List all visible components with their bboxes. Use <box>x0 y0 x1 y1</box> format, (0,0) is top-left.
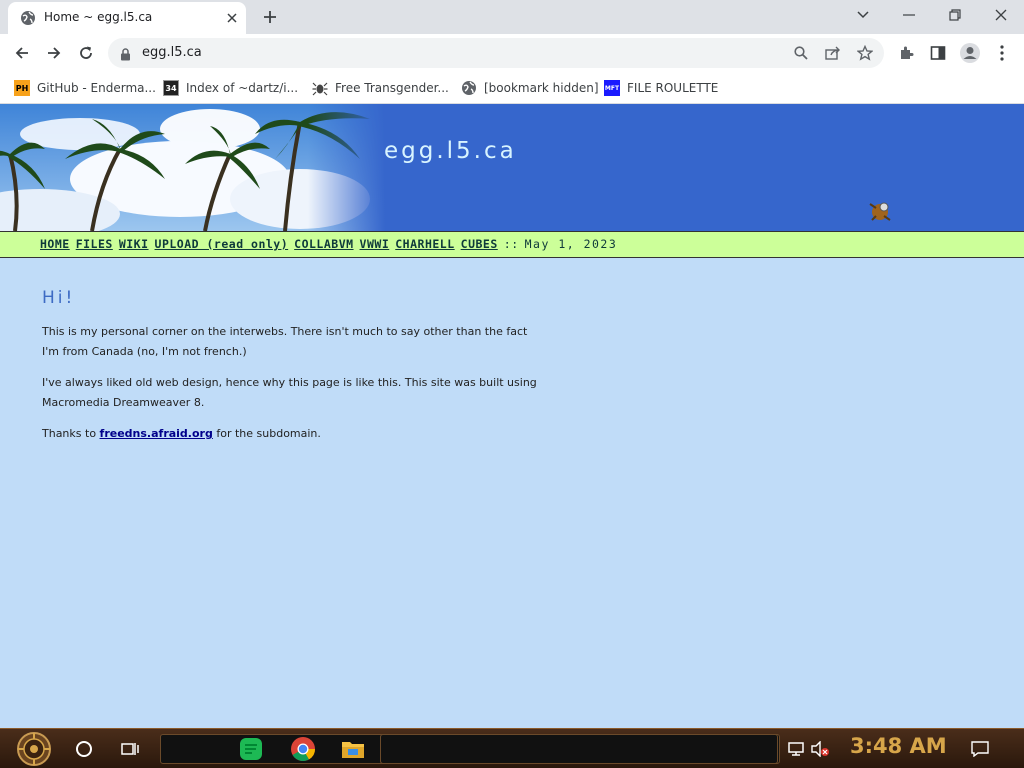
thanks-paragraph: Thanks to freedns.afraid.org for the sub… <box>42 424 542 444</box>
tab-close-icon[interactable] <box>222 8 242 28</box>
index-icon: 34 <box>163 80 179 96</box>
bookmark-item[interactable]: [bookmark hidden] <box>461 77 599 99</box>
nav-link-vwwi[interactable]: VWWI <box>360 237 390 251</box>
nav-link-wiki[interactable]: WIKI <box>119 237 149 251</box>
back-button[interactable] <box>8 39 36 67</box>
cortana-icon[interactable] <box>70 735 98 763</box>
file-explorer-icon[interactable] <box>338 734 368 764</box>
browser-toolbar: egg.l5.ca <box>0 34 1024 71</box>
site-title: egg.l5.ca <box>384 138 517 164</box>
web-page: egg.l5.ca HOME FILES WIKI UPLOAD (read only… <box>0 104 1024 728</box>
menu-kebab-icon[interactable] <box>988 39 1016 67</box>
freedns-link[interactable]: freedns.afraid.org <box>100 427 213 440</box>
palm-trees-image <box>0 104 385 231</box>
monkey-sprite-icon <box>869 202 891 221</box>
ph-icon: PH <box>14 80 30 96</box>
restore-button[interactable] <box>932 0 978 30</box>
forward-button[interactable] <box>40 39 68 67</box>
nav-separator: :: <box>503 237 519 251</box>
main-content: Hi! This is my personal corner on the in… <box>42 288 542 455</box>
address-bar[interactable]: egg.l5.ca <box>108 38 884 68</box>
thanks-text: Thanks to <box>42 427 100 440</box>
bookmark-label: [bookmark hidden] <box>484 81 599 95</box>
close-window-button[interactable] <box>978 0 1024 30</box>
site-nav: HOME FILES WIKI UPLOAD (read only) COLLABVM V… <box>40 237 617 251</box>
globe-icon <box>20 10 36 26</box>
bookmark-item[interactable]: Free Transgender... <box>312 77 449 99</box>
taskbar-clock[interactable]: 3:48 AM <box>850 734 947 758</box>
tab-strip: Home ~ egg.l5.ca <box>0 0 1024 34</box>
bookmark-star-icon[interactable] <box>855 43 875 63</box>
bookmark-label: Index of ~dartz/i... <box>186 81 299 95</box>
thanks-text-end: for the subdomain. <box>212 427 321 440</box>
new-tab-button[interactable] <box>258 6 282 28</box>
intro-paragraph: This is my personal corner on the interw… <box>42 325 528 358</box>
minimize-button[interactable] <box>886 0 932 30</box>
chrome-icon[interactable] <box>288 734 318 764</box>
nav-date: May 1, 2023 <box>524 237 618 251</box>
extensions-icon[interactable] <box>892 39 920 67</box>
nav-link-cubes[interactable]: CUBES <box>461 237 498 251</box>
side-panel-icon[interactable] <box>924 39 952 67</box>
taskbar: 3:48 AM <box>0 728 1024 768</box>
notification-icon[interactable] <box>970 739 990 759</box>
bookmark-item[interactable]: MFT FILE ROULETTE <box>604 77 718 99</box>
nav-link-upload[interactable]: UPLOAD (read only) <box>155 237 289 251</box>
share-icon[interactable] <box>823 43 843 63</box>
bookmark-item[interactable]: 34 Index of ~dartz/i... <box>163 77 298 99</box>
globe-icon <box>461 80 477 96</box>
nav-link-charhell[interactable]: CHARHELL <box>395 237 454 251</box>
page-heading: Hi! <box>42 288 76 308</box>
profile-avatar-icon[interactable] <box>956 39 984 67</box>
bookmark-label: Free Transgender... <box>335 81 449 95</box>
spotify-icon[interactable] <box>236 734 266 764</box>
design-paragraph: I've always liked old web design, hence … <box>42 376 537 409</box>
nav-link-collabvm[interactable]: COLLABVM <box>294 237 353 251</box>
url-text: egg.l5.ca <box>142 45 202 60</box>
volume-muted-icon[interactable] <box>810 739 830 759</box>
bookmarks-bar: PH GitHub - Enderma... 34 Index of ~dart… <box>0 71 1024 104</box>
task-view-icon[interactable] <box>116 735 144 763</box>
bookmark-item[interactable]: PH GitHub - Enderma... <box>14 77 156 99</box>
nav-link-files[interactable]: FILES <box>76 237 113 251</box>
tab-title: Home ~ egg.l5.ca <box>44 10 153 24</box>
browser-tab[interactable]: Home ~ egg.l5.ca <box>8 2 246 34</box>
lock-icon[interactable] <box>120 46 131 65</box>
site-banner: egg.l5.ca <box>0 104 1024 231</box>
reload-button[interactable] <box>72 39 100 67</box>
nav-link-home[interactable]: HOME <box>40 237 70 251</box>
tab-search-icon[interactable] <box>840 0 886 30</box>
start-orb-icon[interactable] <box>8 731 60 767</box>
bookmark-label: FILE ROULETTE <box>627 81 719 95</box>
site-nav-bar: HOME FILES WIKI UPLOAD (read only) COLLABVM V… <box>0 231 1024 258</box>
spider-icon <box>312 80 328 96</box>
taskbar-empty-slot <box>380 734 778 764</box>
search-icon[interactable] <box>791 43 811 63</box>
mft-icon: MFT <box>604 80 620 96</box>
bookmark-label: GitHub - Enderma... <box>37 81 156 95</box>
network-icon[interactable] <box>786 739 806 759</box>
